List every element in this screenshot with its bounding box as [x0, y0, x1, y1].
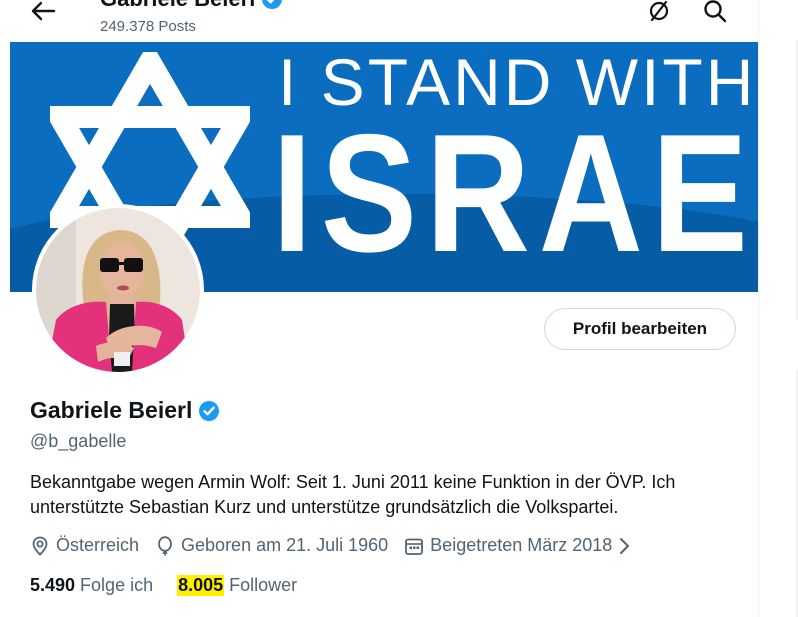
verified-badge-icon — [262, 0, 283, 9]
profile-meta: Österreich Geboren am 21. Juli 1960 Beig… — [30, 535, 646, 556]
following-count: 5.490 — [30, 575, 76, 595]
birthday-item: Geboren am 21. Juli 1960 — [155, 535, 388, 556]
profile-name: Gabriele Beierl — [30, 397, 193, 423]
profile-bio: Bekanntgabe wegen Armin Wolf: Seit 1. Ju… — [30, 472, 676, 517]
location-pin-icon — [32, 536, 48, 556]
back-arrow-icon[interactable] — [30, 0, 56, 22]
search-off-icon[interactable] — [646, 0, 672, 24]
header-title: Gabriele Beierl — [100, 0, 283, 12]
following-label: Folge ich — [80, 575, 154, 595]
edit-profile-button[interactable]: Profil bearbeiten — [544, 308, 736, 350]
following-link[interactable]: 5.490 Folge ich — [30, 575, 153, 596]
followers-link[interactable]: 8.005 Follower — [177, 575, 297, 596]
location-text: Österreich — [56, 535, 140, 555]
posts-count: 249.378 Posts — [100, 18, 196, 35]
joined-item[interactable]: Beigetreten März 2018 — [404, 535, 630, 556]
header-display-name: Gabriele Beierl — [100, 0, 255, 12]
location-item: Österreich — [30, 535, 139, 556]
profile-handle: @b_gabelle — [30, 431, 127, 451]
followers-count: 8.005 — [177, 575, 225, 596]
avatar-photo — [36, 208, 200, 372]
balloon-icon — [158, 535, 172, 556]
calendar-icon — [405, 538, 424, 555]
banner-line2: ISRAEL — [272, 99, 758, 287]
verified-badge-icon[interactable] — [198, 400, 220, 422]
followers-label: Follower — [229, 575, 298, 595]
joined-text: Beigetreten März 2018 — [430, 535, 613, 555]
birthday-text: Geboren am 21. Juli 1960 — [181, 535, 389, 555]
profile-name-row: Gabriele Beierl — [30, 397, 220, 424]
follow-stats: 5.490 Folge ich 8.005 Follower — [30, 575, 321, 596]
search-icon[interactable] — [702, 0, 728, 24]
chevron-right-icon[interactable] — [618, 537, 630, 555]
avatar[interactable] — [32, 204, 204, 376]
